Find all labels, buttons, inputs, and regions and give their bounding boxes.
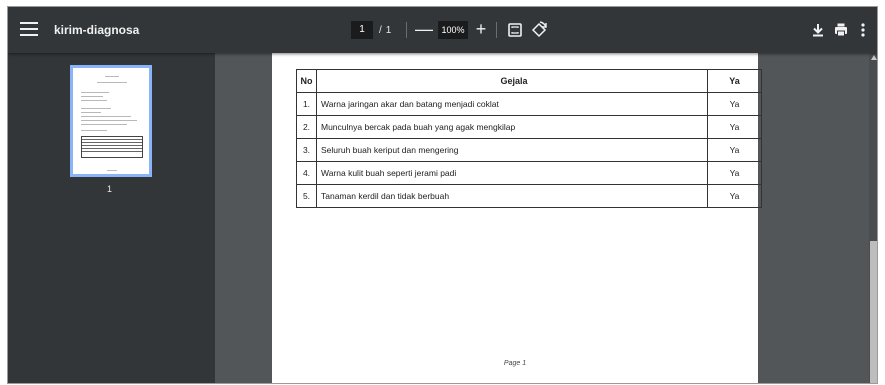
page-total: 1: [385, 24, 392, 36]
thumbnail-text-line: [81, 120, 137, 121]
page-indicator: 1 / 1: [351, 21, 391, 39]
row-symptom: Munculnya bercak pada buah yang agak men…: [316, 115, 708, 139]
zoom-in-button[interactable]: +: [473, 17, 489, 41]
symptom-table: No Gejala Ya 1. Warna jaringan akar dan …: [296, 69, 762, 208]
row-number: 2.: [296, 115, 317, 139]
viewer-toolbar: kirim-diagnosa 1 / 1 — 100% +: [8, 7, 877, 53]
thumbnail-text-line: [81, 124, 127, 125]
pdf-page: No Gejala Ya 1. Warna jaringan akar dan …: [272, 53, 762, 383]
column-header-no: No: [296, 69, 317, 93]
thumbnail-text-line: [81, 130, 107, 131]
row-number: 3.: [296, 138, 317, 162]
table-row: 3. Seluruh buah keriput dan mengering Ya: [296, 138, 762, 162]
row-symptom: Warna kulit buah seperti jerami padi: [316, 161, 708, 185]
row-number: 5.: [296, 184, 317, 208]
page-separator: /: [379, 24, 382, 36]
thumbnail-text-line: [97, 82, 127, 83]
thumbnail-text-line: [107, 170, 117, 171]
scroll-up-arrow-icon[interactable]: [871, 55, 877, 60]
thumbnail-text-line: [81, 112, 101, 113]
pdf-viewer-window: kirim-diagnosa 1 / 1 — 100% + 1 No Gejal…: [7, 6, 878, 384]
row-answer: Ya: [707, 138, 762, 162]
thumbnail-text-line: [81, 116, 131, 117]
thumbnail-table: [81, 136, 143, 158]
row-symptom: Seluruh buah keriput dan mengering: [316, 138, 708, 162]
fit-page-icon[interactable]: [505, 20, 525, 40]
row-symptom: Tanaman kerdil dan tidak berbuah: [316, 184, 708, 208]
table-row: 1. Warna jaringan akar dan batang menjad…: [296, 92, 762, 116]
row-answer: Ya: [707, 184, 762, 208]
row-answer: Ya: [707, 115, 762, 139]
toolbar-divider: [496, 22, 497, 38]
zoom-level-input[interactable]: 100%: [438, 21, 468, 39]
column-header-ya: Ya: [707, 69, 762, 93]
thumbnail-text-line: [105, 76, 119, 77]
thumbnail-text-line: [81, 108, 111, 109]
table-header-row: No Gejala Ya: [296, 69, 762, 93]
rotate-icon[interactable]: [529, 20, 549, 40]
scrollbar-thumb[interactable]: [870, 241, 877, 383]
thumbnail-sidebar: 1: [8, 53, 215, 383]
page-number-input[interactable]: 1: [351, 21, 373, 39]
table-row: 5. Tanaman kerdil dan tidak berbuah Ya: [296, 184, 762, 208]
column-header-gejala: Gejala: [316, 69, 708, 93]
print-icon[interactable]: [831, 20, 851, 40]
more-vert-icon[interactable]: [853, 20, 873, 40]
vertical-scrollbar[interactable]: [869, 53, 877, 383]
zoom-out-button[interactable]: —: [415, 17, 433, 41]
row-symptom: Warna jaringan akar dan batang menjadi c…: [316, 92, 708, 116]
document-title: kirim-diagnosa: [54, 23, 140, 37]
toolbar-divider: [406, 22, 407, 38]
table-row: 2. Munculnya bercak pada buah yang agak …: [296, 115, 762, 139]
row-answer: Ya: [707, 161, 762, 185]
thumbnail-text-line: [81, 96, 103, 97]
page-footer: Page 1: [503, 360, 527, 367]
thumbnail-page-label: 1: [107, 184, 113, 194]
thumbnail-text-line: [81, 100, 107, 101]
menu-icon[interactable]: [20, 22, 38, 38]
page-thumbnail[interactable]: [70, 65, 152, 177]
document-viewport[interactable]: No Gejala Ya 1. Warna jaringan akar dan …: [215, 53, 877, 383]
row-answer: Ya: [707, 92, 762, 116]
row-number: 1.: [296, 92, 317, 116]
thumbnail-text-line: [81, 92, 109, 93]
row-number: 4.: [296, 161, 317, 185]
table-row: 4. Warna kulit buah seperti jerami padi …: [296, 161, 762, 185]
download-icon[interactable]: [808, 20, 828, 40]
